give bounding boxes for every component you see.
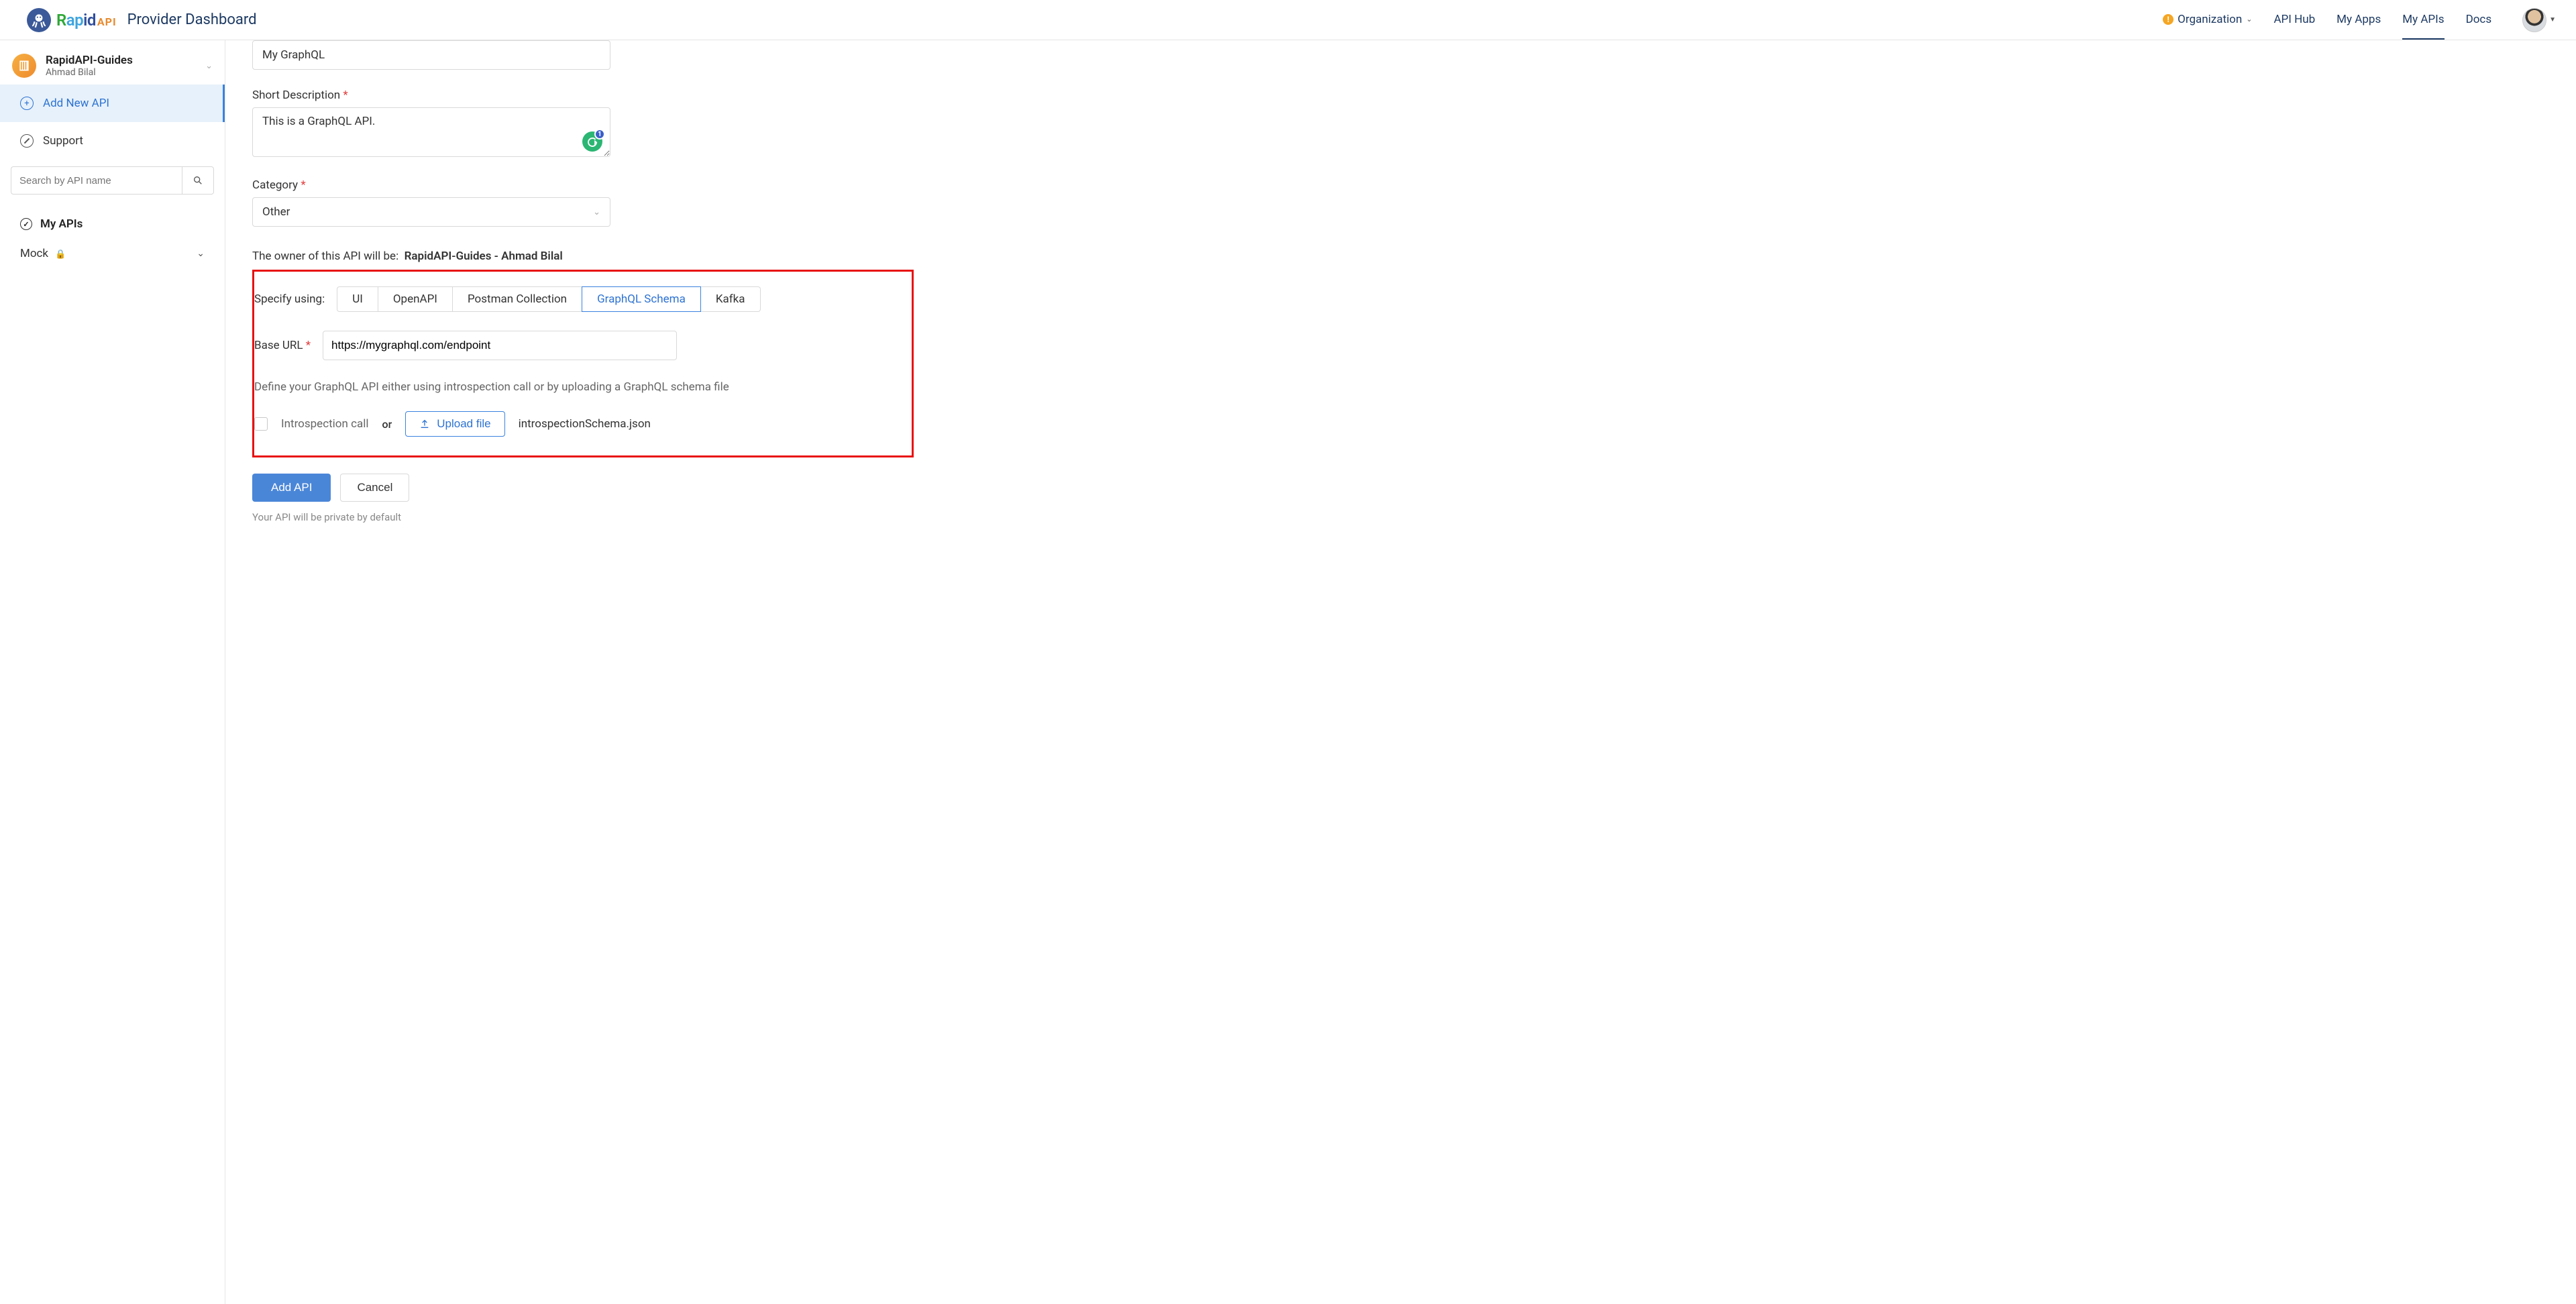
or-label: or (382, 418, 392, 431)
upload-file-button[interactable]: Upload file (405, 411, 504, 437)
org-user: Ahmad Bilal (46, 67, 196, 78)
top-nav: ! Organization ⌄ API Hub My Apps My APIs… (2163, 1, 2556, 40)
nav-api-hub[interactable]: API Hub (2273, 1, 2315, 40)
cancel-button[interactable]: Cancel (340, 474, 409, 502)
alert-icon: ! (2163, 14, 2174, 25)
brand-text: RapidAPI (56, 11, 117, 30)
base-url-input[interactable] (323, 331, 677, 360)
nav-organization[interactable]: ! Organization ⌄ (2163, 1, 2252, 40)
org-name: RapidAPI-Guides (46, 54, 196, 67)
sidebar-add-new-label: Add New API (43, 97, 109, 110)
upload-icon (419, 419, 430, 429)
nav-my-apps[interactable]: My Apps (2337, 1, 2381, 40)
org-icon (12, 54, 36, 78)
specify-option-graphql[interactable]: GraphQL Schema (582, 286, 701, 312)
chevron-down-icon: ⌄ (593, 207, 600, 217)
avatar (2522, 8, 2546, 32)
page-title: Provider Dashboard (127, 11, 257, 28)
specify-option-ui[interactable]: UI (337, 286, 378, 312)
specify-option-openapi[interactable]: OpenAPI (378, 286, 453, 312)
specify-option-kafka[interactable]: Kafka (700, 286, 761, 312)
upload-file-label: Upload file (437, 417, 490, 431)
nav-organization-label: Organization (2178, 13, 2242, 26)
sidebar-my-apis-heading: ✓ My APIs (0, 201, 225, 237)
compass-icon (20, 134, 34, 148)
chevron-down-icon: ⌄ (2246, 15, 2252, 23)
category-label: Category * (252, 178, 610, 192)
sidebar-add-new-api[interactable]: + Add New API (0, 85, 225, 122)
category-value: Other (262, 205, 290, 219)
privacy-note: Your API will be private by default (252, 511, 2576, 523)
sidebar: RapidAPI-Guides Ahmad Bilal ⌄ + Add New … (0, 40, 225, 1304)
lock-icon: 🔒 (55, 250, 66, 260)
top-header: RapidAPI Provider Dashboard ! Organizati… (0, 0, 2576, 40)
add-api-button[interactable]: Add API (252, 474, 331, 502)
sidebar-api-item-label: Mock (20, 247, 48, 260)
search-input[interactable] (11, 166, 182, 195)
specify-section: Specify using: UI OpenAPI Postman Collec… (252, 270, 914, 457)
brand-logo[interactable]: RapidAPI (27, 8, 117, 32)
define-hint: Define your GraphQL API either using int… (254, 380, 905, 394)
specify-using-options: UI OpenAPI Postman Collection GraphQL Sc… (337, 286, 760, 312)
caret-down-icon: ▼ (2549, 16, 2556, 23)
org-selector[interactable]: RapidAPI-Guides Ahmad Bilal ⌄ (0, 47, 225, 85)
nav-my-apis[interactable]: My APIs (2402, 1, 2444, 40)
api-name-input[interactable] (252, 40, 610, 70)
sidebar-support[interactable]: Support (0, 122, 225, 160)
owner-line: The owner of this API will be: RapidAPI-… (252, 250, 2576, 263)
chevron-down-icon: ⌄ (205, 61, 213, 71)
introspection-checkbox[interactable] (254, 417, 268, 431)
specify-using-label: Specify using: (254, 292, 325, 306)
short-description-label: Short Description * (252, 89, 610, 102)
plus-circle-icon: + (20, 97, 34, 110)
sidebar-my-apis-label: My APIs (40, 217, 83, 231)
short-description-input[interactable] (252, 107, 610, 157)
check-circle-icon: ✓ (20, 218, 32, 230)
grammarly-badge: 1 (594, 129, 605, 140)
base-url-label: Base URL * (254, 339, 311, 352)
introspection-label: Introspection call (281, 417, 369, 431)
search-button[interactable] (182, 166, 214, 195)
sidebar-support-label: Support (43, 134, 83, 148)
user-menu[interactable]: ▼ (2522, 8, 2556, 32)
category-select[interactable]: Other ⌄ (252, 197, 610, 227)
uploaded-filename: introspectionSchema.json (519, 417, 651, 431)
nav-docs[interactable]: Docs (2466, 1, 2492, 40)
sidebar-api-item[interactable]: Mock 🔒 ⌄ (0, 237, 225, 270)
search-icon (193, 175, 203, 186)
specify-option-postman[interactable]: Postman Collection (452, 286, 582, 312)
grammarly-icon[interactable]: 1 (582, 131, 602, 152)
rapidapi-octopus-icon (27, 8, 51, 32)
chevron-down-icon: ⌄ (197, 248, 205, 259)
main-content: Short Description * 1 Category * Other ⌄… (225, 40, 2576, 1304)
